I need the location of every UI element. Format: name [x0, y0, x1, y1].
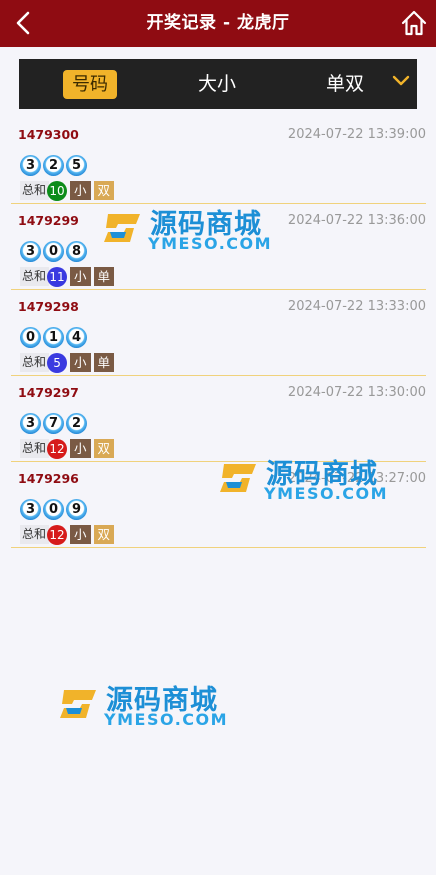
parity-tag: 双: [93, 525, 115, 544]
app-header: 开奖记录 - 龙虎厅: [0, 0, 436, 47]
sum-value-badge: 10: [47, 180, 68, 201]
watermark-logo-icon: [60, 690, 96, 718]
draw-time: 2024-07-22 13:30:00: [287, 385, 426, 400]
result-ball: 7: [43, 413, 64, 434]
result-balls: 372: [20, 412, 89, 434]
sum-row: 总和 11 小单: [20, 266, 115, 287]
sum-label: 总和: [20, 525, 50, 544]
draw-record-list: 1479300 2024-07-22 13:39:00 325 总和 10 小双 1…: [11, 118, 426, 548]
result-balls: 014: [20, 326, 89, 348]
parity-tag: 双: [93, 181, 115, 200]
size-tag: 小: [70, 439, 91, 458]
list-item[interactable]: 1479299 2024-07-22 13:36:00 308 总和 11 小单: [11, 204, 426, 290]
watermark: 源码商城 YMESO.COM: [56, 682, 236, 734]
result-type-tabs: 号码 大小 单双: [19, 59, 417, 109]
list-item[interactable]: 1479297 2024-07-22 13:30:00 372 总和 12 小双: [11, 376, 426, 462]
list-item[interactable]: 1479296 2024-07-22 13:27:00 309 总和 12 小双: [11, 462, 426, 548]
parity-tag: 单: [93, 267, 115, 286]
sum-row: 总和 12 小双: [20, 524, 115, 545]
draw-time: 2024-07-22 13:36:00: [287, 213, 426, 228]
result-ball: 0: [43, 241, 64, 262]
list-item[interactable]: 1479298 2024-07-22 13:33:00 014 总和 5 小单: [11, 290, 426, 376]
result-ball: 5: [66, 155, 87, 176]
parity-tag: 单: [93, 353, 115, 372]
result-ball: 3: [20, 241, 41, 262]
sum-label: 总和: [20, 439, 50, 458]
watermark-en: YMESO.COM: [104, 710, 229, 729]
result-ball: 0: [20, 327, 41, 348]
result-balls: 325: [20, 154, 89, 176]
draw-time: 2024-07-22 13:33:00: [287, 299, 426, 314]
issue-number: 1479298: [18, 299, 79, 314]
sum-row: 总和 12 小双: [20, 438, 115, 459]
result-ball: 0: [43, 499, 64, 520]
parity-tag: 双: [93, 439, 115, 458]
draw-time: 2024-07-22 13:39:00: [287, 127, 426, 142]
result-ball: 9: [66, 499, 87, 520]
sum-value-badge: 11: [47, 266, 68, 287]
result-ball: 1: [43, 327, 64, 348]
issue-number: 1479299: [18, 213, 79, 228]
sum-value-badge: 12: [47, 438, 68, 459]
sum-label: 总和: [20, 267, 50, 286]
tab-size[interactable]: 大小: [197, 59, 237, 109]
size-tag: 小: [70, 353, 91, 372]
result-ball: 3: [20, 413, 41, 434]
sum-value-badge: 5: [47, 352, 68, 373]
sum-row: 总和 5 小单: [20, 352, 115, 373]
list-item[interactable]: 1479300 2024-07-22 13:39:00 325 总和 10 小双: [11, 118, 426, 204]
watermark-cn: 源码商城: [106, 685, 218, 716]
result-ball: 3: [20, 155, 41, 176]
tab-number[interactable]: 号码: [63, 70, 117, 99]
size-tag: 小: [70, 525, 91, 544]
issue-number: 1479297: [18, 385, 79, 400]
result-balls: 308: [20, 240, 89, 262]
tab-parity[interactable]: 单双: [325, 59, 365, 109]
chevron-down-icon: [392, 75, 410, 86]
sum-value-badge: 12: [47, 524, 68, 545]
sum-row: 总和 10 小双: [20, 180, 115, 201]
tabs-dropdown-toggle[interactable]: [391, 71, 411, 91]
issue-number: 1479300: [18, 127, 79, 142]
result-ball: 2: [66, 413, 87, 434]
page-title: 开奖记录 - 龙虎厅: [146, 13, 290, 33]
sum-label: 总和: [20, 181, 50, 200]
home-button[interactable]: [400, 9, 428, 37]
result-ball: 3: [20, 499, 41, 520]
result-ball: 4: [66, 327, 87, 348]
sum-label: 总和: [20, 353, 50, 372]
result-ball: 2: [43, 155, 64, 176]
result-ball: 8: [66, 241, 87, 262]
result-balls: 309: [20, 498, 89, 520]
draw-time: 2024-07-22 13:27:00: [287, 471, 426, 486]
issue-number: 1479296: [18, 471, 79, 486]
size-tag: 小: [70, 181, 91, 200]
home-icon: [401, 10, 427, 36]
size-tag: 小: [70, 267, 91, 286]
